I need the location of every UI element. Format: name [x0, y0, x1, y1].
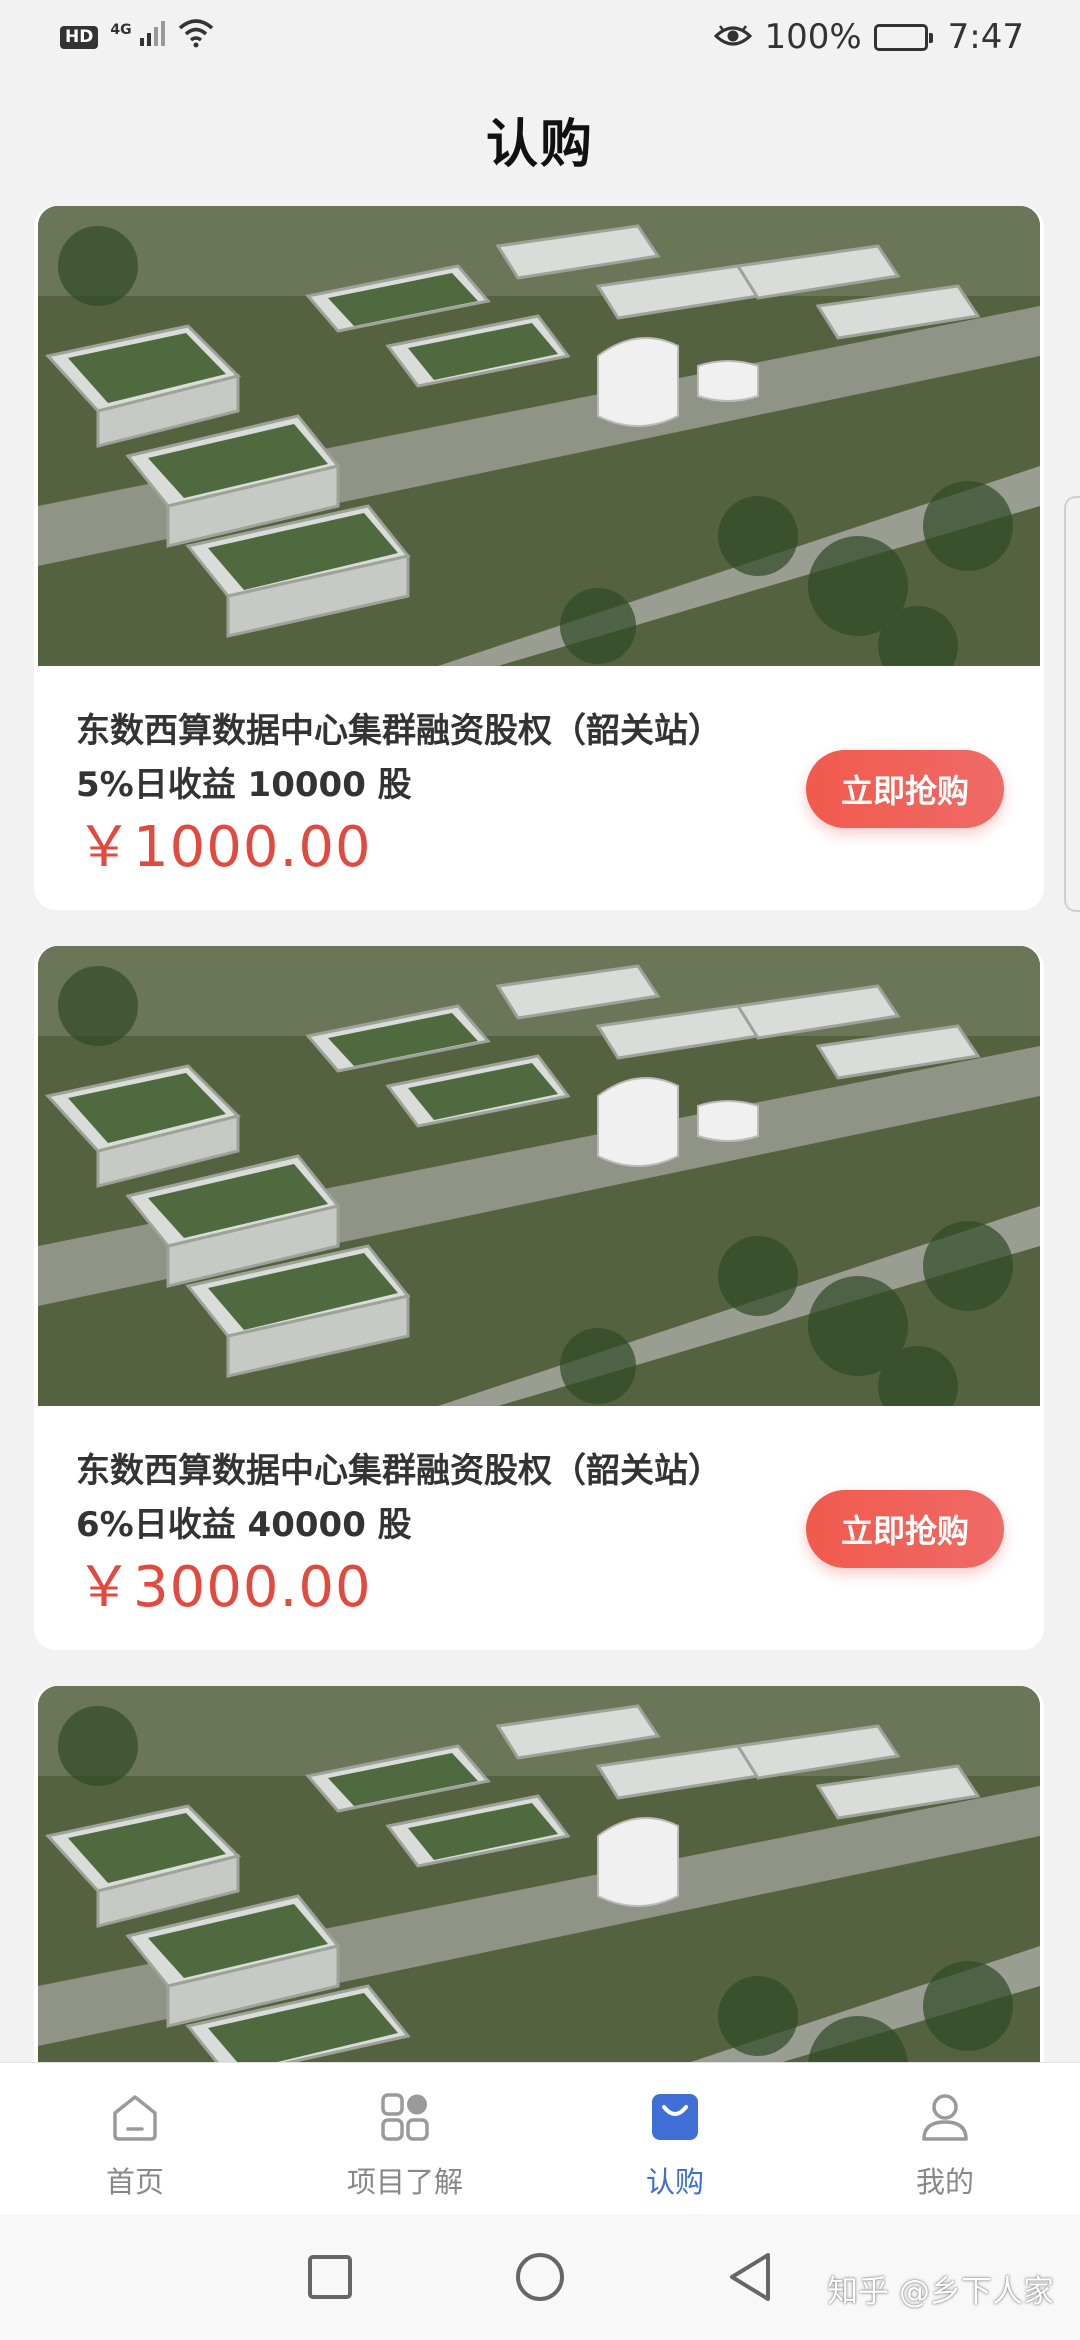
- status-left: HD 4G: [60, 17, 214, 57]
- tab-home-label: 首页: [105, 2165, 164, 2199]
- eye-comfort-icon: [714, 17, 753, 57]
- status-right: 100% 7:47: [714, 17, 1024, 57]
- product-card[interactable]: 东数西算数据中心集群融资股权（韶关站） 5%日收益 10000 股 ￥1000.…: [34, 206, 1044, 910]
- product-image: [38, 946, 1040, 1406]
- wifi-icon: [178, 17, 214, 57]
- product-name: 东数西算数据中心集群融资股权（韶关站）: [76, 711, 722, 751]
- status-bar: HD 4G 100% 7:47: [0, 0, 1080, 74]
- tab-profile[interactable]: 我的: [835, 2089, 1055, 2201]
- watermark: 知乎 @乡下人家: [827, 2274, 1054, 2310]
- product-title: 东数西算数据中心集群融资股权（韶关站） 5%日收益 10000 股: [76, 704, 856, 812]
- battery-icon: [873, 23, 933, 51]
- shopping-bag-icon: [647, 2089, 703, 2145]
- back-button[interactable]: [720, 2247, 780, 2307]
- product-price: ￥1000.00: [76, 815, 372, 880]
- hd-badge: HD: [60, 25, 99, 49]
- recent-apps-button[interactable]: [300, 2247, 360, 2307]
- product-info: 东数西算数据中心集群融资股权（韶关站） 5%日收益 10000 股 ￥1000.…: [34, 666, 1044, 910]
- product-name: 东数西算数据中心集群融资股权（韶关站）: [76, 1451, 722, 1491]
- tab-subscribe[interactable]: 认购: [565, 2089, 785, 2201]
- clock: 7:47: [947, 17, 1024, 57]
- product-card[interactable]: [34, 1686, 1044, 2086]
- page-title: 认购: [485, 114, 594, 175]
- battery-percent: 100%: [764, 17, 862, 57]
- grid-icon: [377, 2089, 433, 2145]
- tab-home[interactable]: 首页: [25, 2089, 245, 2201]
- person-icon: [917, 2089, 973, 2145]
- home-button[interactable]: [510, 2247, 570, 2307]
- product-title: 东数西算数据中心集群融资股权（韶关站） 6%日收益 40000 股: [76, 1444, 856, 1552]
- product-image: [38, 1686, 1040, 2086]
- product-card[interactable]: 东数西算数据中心集群融资股权（韶关站） 6%日收益 40000 股 ￥3000.…: [34, 946, 1044, 1650]
- product-price: ￥3000.00: [76, 1555, 372, 1620]
- product-info: 东数西算数据中心集群融资股权（韶关站） 6%日收益 40000 股 ￥3000.…: [34, 1406, 1044, 1650]
- tab-profile-label: 我的: [915, 2165, 974, 2199]
- subscription-screen: HD 4G 100% 7:47 认购 东数西算数据中心集群融资股权（韶关站） 5…: [0, 0, 1080, 2340]
- home-icon: [107, 2089, 163, 2145]
- tab-subscribe-label: 认购: [645, 2165, 704, 2199]
- tab-projects[interactable]: 项目了解: [295, 2089, 515, 2201]
- page-header: 认购: [0, 74, 1080, 204]
- network-type: 4G: [110, 22, 132, 38]
- scroll-indicator[interactable]: [1064, 496, 1080, 912]
- tab-projects-label: 项目了解: [346, 2165, 463, 2199]
- signal-icon: [138, 17, 166, 57]
- bottom-tab-bar: 首页 项目了解 认购 我的: [0, 2062, 1080, 2214]
- buy-now-button[interactable]: 立即抢购: [806, 1490, 1004, 1568]
- product-image: [38, 206, 1040, 666]
- buy-now-button[interactable]: 立即抢购: [806, 750, 1004, 828]
